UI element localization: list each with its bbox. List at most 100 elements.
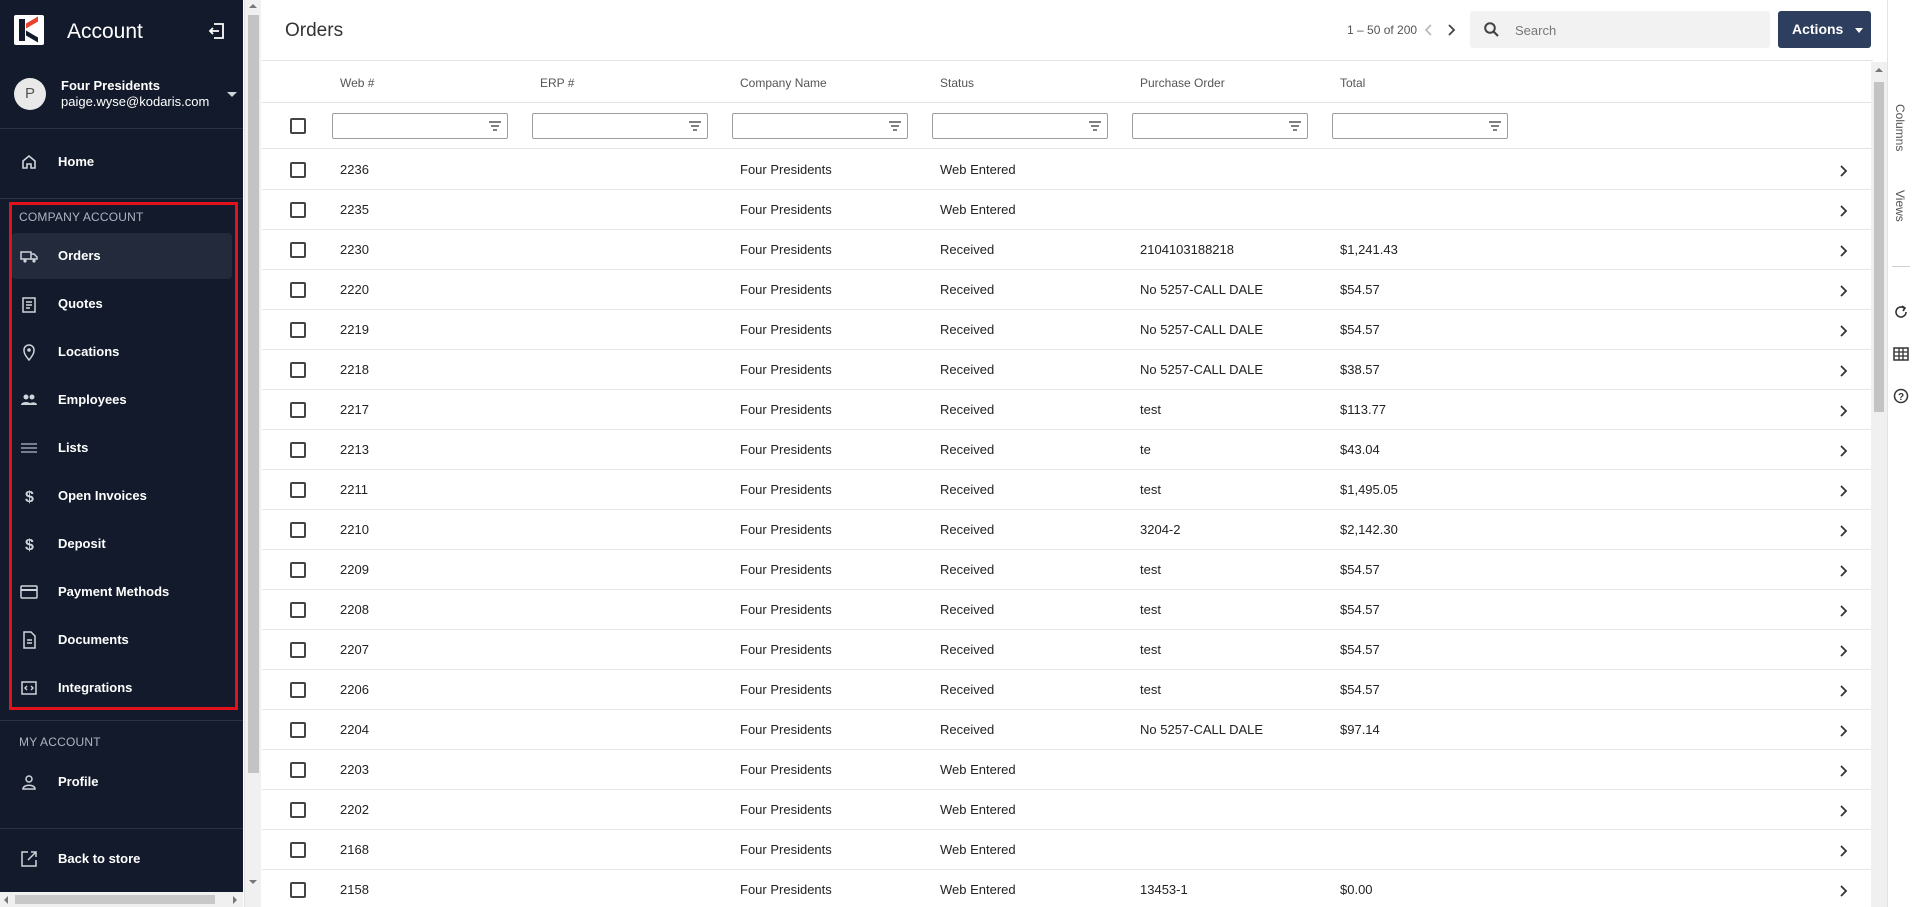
chevron-right-icon[interactable] [1839,444,1849,458]
table-row[interactable]: 2213 Four Presidents Received te $43.04 [262,430,1873,470]
row-checkbox[interactable] [290,202,306,218]
sidebar-item-locations[interactable]: Locations [12,329,232,375]
user-account-switcher[interactable]: P Four Presidents paige.wyse@kodaris.com [0,74,243,116]
column-header-purchase-order[interactable]: Purchase Order [1140,76,1225,90]
row-checkbox[interactable] [290,722,306,738]
row-checkbox[interactable] [290,602,306,618]
table-row[interactable]: 2236 Four Presidents Web Entered [262,150,1873,190]
filter-erp[interactable] [532,113,708,139]
table-row[interactable]: 2220 Four Presidents Received No 5257-CALL … [262,270,1873,310]
table-row[interactable]: 2208 Four Presidents Received test $54.57 [262,590,1873,630]
filter-total[interactable] [1332,113,1508,139]
row-checkbox[interactable] [290,242,306,258]
sidebar-item-quotes[interactable]: Quotes [12,281,232,327]
column-header-total[interactable]: Total [1340,76,1365,90]
row-checkbox[interactable] [290,562,306,578]
row-checkbox[interactable] [290,842,306,858]
chevron-right-icon[interactable] [1839,564,1849,578]
sidebar-horizontal-scrollbar[interactable] [0,892,243,907]
table-row[interactable]: 2204 Four Presidents Received No 5257-CALL … [262,710,1873,750]
row-checkbox[interactable] [290,802,306,818]
table-row[interactable]: 2168 Four Presidents Web Entered [262,830,1873,870]
chevron-right-icon[interactable] [1839,644,1849,658]
sidebar-item-open-invoices[interactable]: $ Open Invoices [12,473,232,519]
kodaris-logo[interactable] [14,15,44,45]
sidebar-item-documents[interactable]: Documents [12,617,232,663]
chevron-down-icon[interactable] [227,92,237,97]
sidebar-item-integrations[interactable]: Integrations [12,665,232,711]
tab-views[interactable]: Views [1893,190,1907,222]
row-checkbox[interactable] [290,322,306,338]
row-checkbox[interactable] [290,882,306,898]
sidebar-item-lists[interactable]: Lists [12,425,232,471]
chevron-right-icon[interactable] [1839,764,1849,778]
row-checkbox[interactable] [290,762,306,778]
chevron-right-icon[interactable] [1839,324,1849,338]
chevron-right-icon[interactable] [1839,684,1849,698]
row-checkbox[interactable] [290,442,306,458]
table-row[interactable]: 2218 Four Presidents Received No 5257-CALL … [262,350,1873,390]
table-row[interactable]: 2235 Four Presidents Web Entered [262,190,1873,230]
next-page-icon[interactable] [1442,20,1460,40]
chevron-right-icon[interactable] [1839,524,1849,538]
table-row[interactable]: 2158 Four Presidents Web Entered 13453-1 $0.… [262,870,1873,907]
sidebar-item-profile[interactable]: Profile [12,759,232,805]
row-checkbox[interactable] [290,282,306,298]
row-checkbox[interactable] [290,162,306,178]
row-checkbox[interactable] [290,682,306,698]
column-header-erp[interactable]: ERP # [540,76,574,90]
table-row[interactable]: 2230 Four Presidents Received 2104103188218… [262,230,1873,270]
table-row[interactable]: 2211 Four Presidents Received test $1,495.05 [262,470,1873,510]
filter-company[interactable] [732,113,908,139]
filter-status[interactable] [932,113,1108,139]
chevron-right-icon[interactable] [1839,884,1849,898]
filter-web[interactable] [332,113,508,139]
grid-vertical-scrollbar[interactable] [1871,62,1887,907]
collapse-sidebar-icon[interactable] [206,20,228,42]
sidebar-item-home[interactable]: Home [12,139,232,185]
row-checkbox[interactable] [290,522,306,538]
row-checkbox[interactable] [290,362,306,378]
chevron-right-icon[interactable] [1839,244,1849,258]
table-row[interactable]: 2203 Four Presidents Web Entered [262,750,1873,790]
chevron-right-icon[interactable] [1839,404,1849,418]
sidebar-vertical-scrollbar[interactable] [244,0,261,907]
table-row[interactable]: 2209 Four Presidents Received test $54.57 [262,550,1873,590]
table-icon[interactable] [1893,346,1909,362]
table-row[interactable]: 2210 Four Presidents Received 3204-2 $2,142.… [262,510,1873,550]
column-header-web[interactable]: Web # [340,76,374,90]
chevron-right-icon[interactable] [1839,804,1849,818]
chevron-right-icon[interactable] [1839,164,1849,178]
table-row[interactable]: 2206 Four Presidents Received test $54.57 [262,670,1873,710]
chevron-right-icon[interactable] [1839,844,1849,858]
refresh-icon[interactable] [1893,304,1909,320]
chevron-right-icon[interactable] [1839,364,1849,378]
row-checkbox[interactable] [290,642,306,658]
sidebar-item-orders[interactable]: Orders [12,233,232,279]
chevron-right-icon[interactable] [1839,604,1849,618]
row-checkbox[interactable] [290,402,306,418]
select-all-checkbox[interactable] [290,118,306,134]
search-input[interactable] [1515,19,1755,41]
actions-button[interactable]: Actions [1778,11,1871,48]
chevron-right-icon[interactable] [1839,724,1849,738]
back-to-store-link[interactable]: Back to store [12,836,232,882]
chevron-right-icon[interactable] [1839,204,1849,218]
table-row[interactable]: 2202 Four Presidents Web Entered [262,790,1873,830]
table-row[interactable]: 2219 Four Presidents Received No 5257-CALL … [262,310,1873,350]
column-header-status[interactable]: Status [940,76,974,90]
sidebar-item-deposit[interactable]: $ Deposit [12,521,232,567]
tab-columns[interactable]: Columns [1893,104,1907,151]
column-header-company[interactable]: Company Name [740,76,827,90]
table-row[interactable]: 2217 Four Presidents Received test $113.77 [262,390,1873,430]
table-row[interactable]: 2207 Four Presidents Received test $54.57 [262,630,1873,670]
prev-page-icon[interactable] [1420,20,1438,40]
sidebar-item-employees[interactable]: Employees [12,377,232,423]
help-icon[interactable]: ? [1893,388,1909,404]
chevron-right-icon[interactable] [1839,484,1849,498]
sidebar-item-payment-methods[interactable]: Payment Methods [12,569,232,615]
row-checkbox[interactable] [290,482,306,498]
chevron-right-icon[interactable] [1839,284,1849,298]
filter-purchase-order[interactable] [1132,113,1308,139]
sidebar-item-label: Lists [58,440,89,455]
